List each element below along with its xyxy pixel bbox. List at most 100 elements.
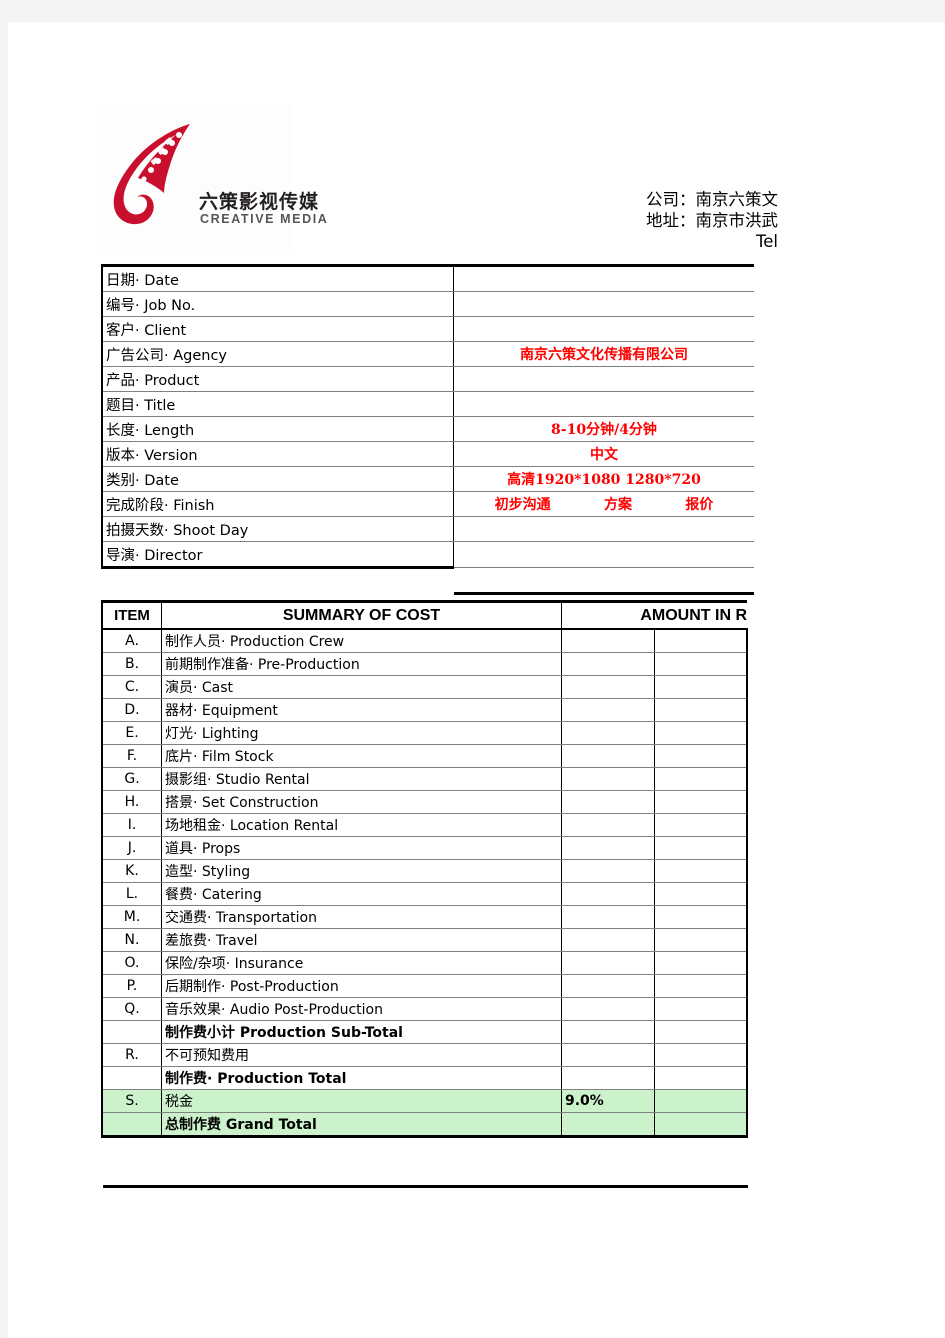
cost-item-amount[interactable] [653,974,748,998]
cost-item-mid[interactable] [561,997,655,1021]
cost-item-amount[interactable] [653,1043,748,1067]
cost-item-amount[interactable] [653,675,748,699]
cost-item-mid[interactable] [561,928,655,952]
cost-item-letter [101,1112,162,1138]
table-row: 拍摄天数· Shoot Day [101,516,754,542]
cost-item-mid[interactable] [561,790,655,814]
info-value-agency[interactable]: 南京六策文化传播有限公司 [453,341,754,367]
cost-item-mid[interactable] [561,974,655,998]
cost-item-amount[interactable] [653,882,748,906]
info-value-product[interactable] [453,366,754,392]
table-row: H. 搭景· Set Construction [101,790,748,814]
cost-item-mid[interactable] [561,652,655,676]
cost-item-amount[interactable] [653,813,748,837]
cost-item-mid[interactable] [561,1043,655,1067]
cost-tax-rate[interactable]: 9.0% [561,1089,655,1113]
cost-item-desc: 保险/杂项· Insurance [161,951,562,975]
finish-stage-communication[interactable]: 初步沟通 [495,494,551,514]
cost-item-amount[interactable] [653,629,748,653]
cost-item-amount[interactable] [653,1020,748,1044]
table-row: 日期· Date [101,264,754,292]
finish-stage-options: 初步沟通 方案 报价 [454,494,754,514]
cost-item-mid[interactable] [561,1112,655,1138]
contact-line-tel: Tel [755,232,778,251]
cost-item-mid[interactable] [561,675,655,699]
cost-item-amount[interactable] [653,652,748,676]
cost-item-desc: 搭景· Set Construction [161,790,562,814]
cost-item-letter: Q. [101,997,162,1021]
cost-item-amount[interactable] [653,767,748,791]
finish-stage-quotation[interactable]: 报价 [685,494,713,514]
cost-item-desc: 灯光· Lighting [161,721,562,745]
table-row: 编号· Job No. [101,291,754,317]
cost-item-amount[interactable] [653,721,748,745]
info-value-length[interactable]: 8-10分钟/4分钟 [453,416,754,442]
cost-item-desc: 造型· Styling [161,859,562,883]
cost-grand-total-amount[interactable] [653,1112,748,1138]
cost-item-amount[interactable] [653,928,748,952]
cost-item-mid[interactable] [561,698,655,722]
cost-item-mid[interactable] [561,859,655,883]
cost-item-amount[interactable] [653,1089,748,1113]
logo-chinese-name: 六策影视传媒 [199,191,320,213]
cost-item-mid[interactable] [561,1066,655,1090]
table-row: 广告公司· Agency 南京六策文化传播有限公司 [101,341,754,367]
cost-item-mid[interactable] [561,882,655,906]
info-value-version[interactable]: 中文 [453,441,754,467]
cost-item-letter: D. [101,698,162,722]
info-label-date: 日期· Date [101,264,454,292]
finish-stage-proposal[interactable]: 方案 [604,494,632,514]
cost-item-mid[interactable] [561,951,655,975]
cost-item-letter: F. [101,744,162,768]
table-row: J. 道具· Props [101,836,748,860]
info-label-agency: 广告公司· Agency [101,341,454,367]
cost-item-desc: 交通费· Transportation [161,905,562,929]
cost-item-desc: 税金 [161,1089,562,1113]
info-label-product: 产品· Product [101,366,454,392]
info-value-director[interactable] [453,541,754,568]
info-value-finish[interactable]: 初步沟通 方案 报价 [453,491,754,517]
info-label-job-no: 编号· Job No. [101,291,454,317]
info-value-date[interactable] [453,264,754,292]
table-row-grand-total: 总制作费 Grand Total [101,1112,748,1138]
cost-item-amount[interactable] [653,1066,748,1090]
cost-item-amount[interactable] [653,859,748,883]
cost-item-mid[interactable] [561,1020,655,1044]
cost-item-amount[interactable] [653,836,748,860]
table-row: B. 前期制作准备· Pre-Production [101,652,748,676]
cost-item-amount[interactable] [653,951,748,975]
cost-item-mid[interactable] [561,813,655,837]
table-row: K. 造型· Styling [101,859,748,883]
info-value-client[interactable] [453,316,754,342]
table-row: N. 差旅费· Travel [101,928,748,952]
cost-item-letter [101,1066,162,1090]
contact-line-address: 地址：南京市洪武 [646,211,778,230]
cost-item-mid[interactable] [561,744,655,768]
table-row-subtotal: 制作费小计 Production Sub-Total [101,1020,748,1044]
cost-item-letter: G. [101,767,162,791]
info-label-finish: 完成阶段· Finish [101,491,454,517]
info-value-category[interactable]: 高清1920*1080 1280*720 [453,466,754,492]
cost-item-desc: 音乐效果· Audio Post-Production [161,997,562,1021]
cost-item-mid[interactable] [561,905,655,929]
cost-item-mid[interactable] [561,836,655,860]
info-label-category: 类别· Date [101,466,454,492]
cost-item-amount[interactable] [653,790,748,814]
info-value-trailing[interactable] [453,567,754,595]
cost-item-amount[interactable] [653,997,748,1021]
table-row-production-total: 制作费· Production Total [101,1066,748,1090]
cost-item-mid[interactable] [561,767,655,791]
cost-item-desc: 制作人员· Production Crew [161,629,562,653]
info-value-job-no[interactable] [453,291,754,317]
cost-item-amount[interactable] [653,698,748,722]
table-row: D. 器材· Equipment [101,698,748,722]
cost-item-amount[interactable] [653,744,748,768]
cost-summary-table: ITEM SUMMARY OF COST AMOUNT IN R A. 制作人员… [101,600,748,1138]
cost-item-mid[interactable] [561,721,655,745]
cost-item-mid[interactable] [561,629,655,653]
info-value-title[interactable] [453,391,754,417]
info-value-shoot-day[interactable] [453,516,754,542]
cost-item-desc: 差旅费· Travel [161,928,562,952]
cost-item-letter: A. [101,629,162,653]
cost-item-amount[interactable] [653,905,748,929]
